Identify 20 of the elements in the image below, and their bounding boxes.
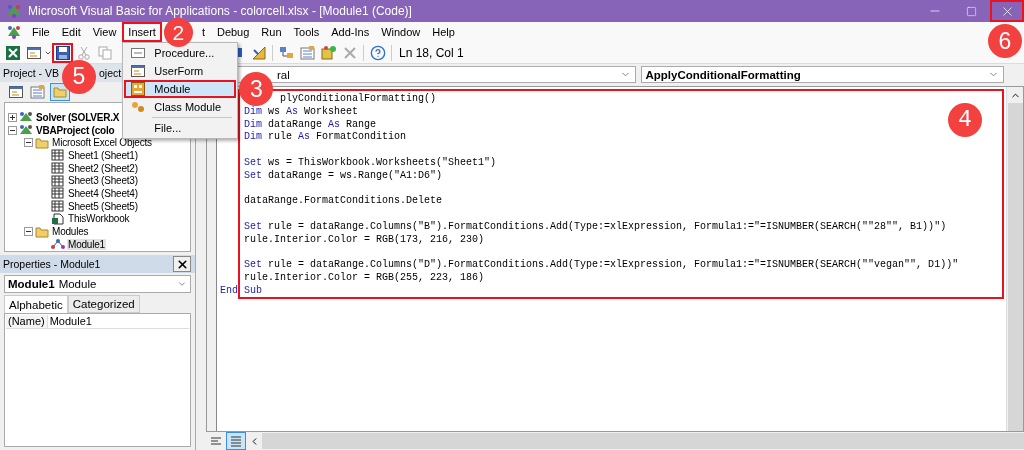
code-line: End Sub [220,284,263,298]
code-line: rule.Interior.Color = RGB(255, 223, 186) [243,272,485,285]
pane-title: Project - VB [3,67,60,79]
step-number: 4 [948,103,982,137]
code-line: plyConditionalFormatting() [279,93,437,106]
window-title: Microsoft Visual Basic for Applications - colorcell.xlsx - [Module1 (Code)] [28,4,412,18]
code-line: Set rule = dataRange.Columns("B").FormatConditions.Add(Type:=xlExpression, Formula1:="=ISNUMBER(SEARCH(""28"", B1))") [243,220,947,234]
code-line: Dim rule As FormatCondition [243,131,407,145]
code-line: dataRange.FormatConditions.Delete [243,195,443,209]
code-line: Set dataRange = ws.Range("A1:D6") [243,169,443,183]
code-line: Dim dataRange As Range [243,118,377,131]
cursor-position: Ln 18, Col 1 [399,45,464,60]
code-line: Dim ws As Worksheet [243,105,359,119]
pane-title: oject [99,67,122,79]
code-line: Set rule = dataRange.Columns("D").FormatConditions.Add(Type:=xlExpression, Formula1:="=ISNUMBER(SEARCH(""vegan"", D1))" [243,259,959,272]
code-line: Set ws = ThisWorkbook.Worksheets("Sheet1") [243,157,497,170]
property-name: (Name) [6,315,48,328]
step-number: 5 [62,59,96,94]
pane-title: Properties - Module1 [3,258,101,270]
code-line: rule.Interior.Color = RGB(173, 216, 230) [243,233,485,247]
